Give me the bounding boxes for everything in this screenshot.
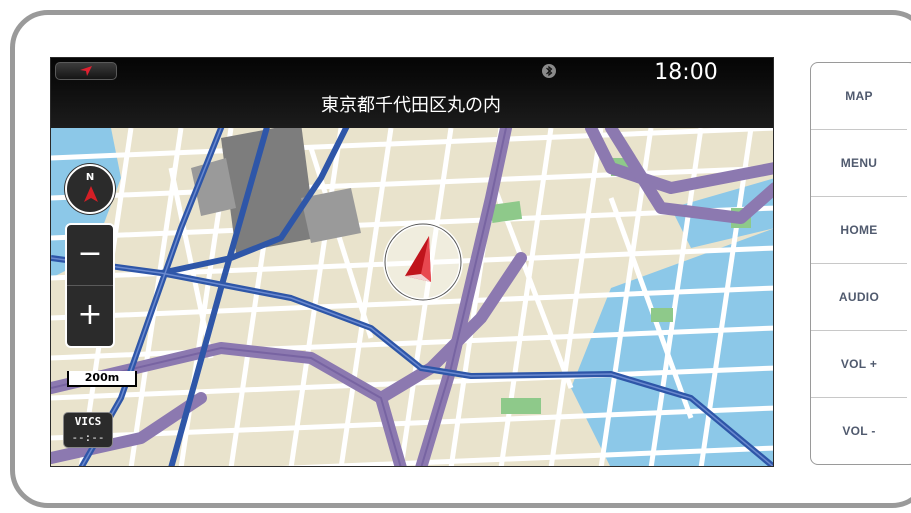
zoom-control: − + — [65, 223, 115, 348]
map-screen[interactable]: 18:00 東京都千代田区丸の内 N − + 200m VICS --:-- — [50, 57, 774, 467]
vics-button[interactable]: VICS --:-- — [63, 412, 113, 448]
park — [651, 308, 673, 322]
vics-time: --:-- — [71, 431, 105, 444]
volume-down-button[interactable]: VOL - — [811, 398, 907, 465]
map-scale: 200m — [67, 371, 137, 387]
park — [501, 398, 541, 414]
map-button[interactable]: MAP — [811, 63, 907, 130]
status-bar: 18:00 東京都千代田区丸の内 — [51, 58, 773, 128]
volume-up-button[interactable]: VOL + — [811, 331, 907, 398]
zoom-in-button[interactable]: + — [67, 286, 113, 346]
home-button[interactable]: HOME — [811, 197, 907, 264]
bluetooth-icon — [542, 64, 556, 78]
compass-north-label: N — [85, 172, 95, 183]
zoom-out-button[interactable]: − — [67, 225, 113, 285]
current-position-marker — [383, 222, 463, 302]
menu-button[interactable]: MENU — [811, 130, 907, 197]
clock: 18:00 — [654, 60, 718, 85]
north-arrow-icon — [84, 186, 98, 202]
audio-button[interactable]: AUDIO — [811, 264, 907, 331]
back-button[interactable] — [55, 62, 117, 80]
vics-label: VICS — [74, 415, 102, 428]
location-arrow-icon — [80, 66, 92, 76]
current-address: 東京都千代田区丸の内 — [321, 95, 501, 116]
hardware-button-panel: MAP MENU HOME AUDIO VOL + VOL - — [810, 62, 911, 465]
compass-button[interactable]: N — [65, 164, 115, 214]
